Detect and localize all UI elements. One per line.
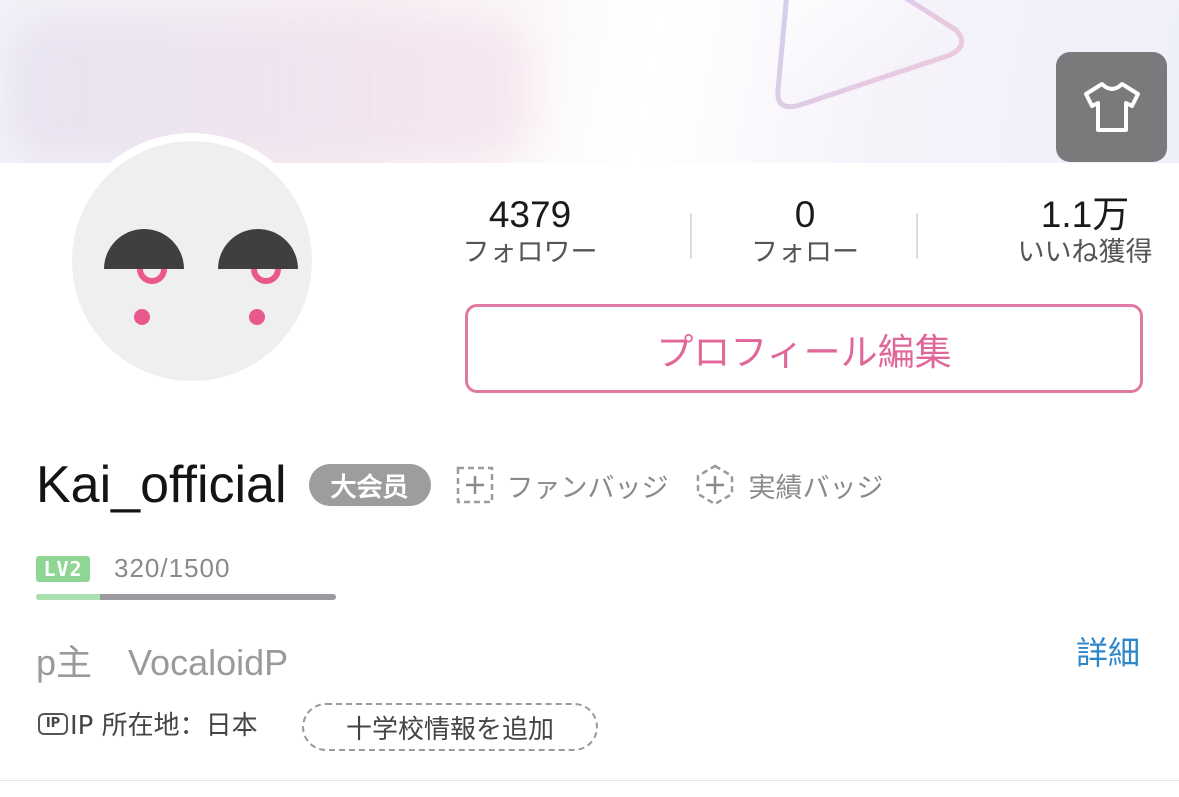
vip-badge[interactable]: 大会员 [308, 464, 431, 506]
fan-badge-label: ファンバッジ [506, 472, 669, 504]
ip-location: IP IP 所在地：日本 [38, 705, 258, 742]
outfit-button[interactable] [1056, 52, 1167, 162]
ip-icon: IP [38, 712, 68, 735]
followers-label: フォロワー [462, 237, 598, 268]
followers-stat[interactable]: 4379 フォロワー [440, 195, 620, 271]
likes-count: 1.1万 [1040, 194, 1130, 235]
detail-link[interactable]: 詳細 [1076, 628, 1140, 674]
section-divider [0, 780, 1179, 781]
tshirt-icon [1083, 82, 1140, 132]
following-stat[interactable]: 0 フォロー [720, 195, 890, 271]
stat-divider [690, 213, 692, 259]
exp-progress-fill [36, 594, 100, 600]
banner-decoration [10, 20, 530, 160]
achievement-badge-label: 実績バッジ [748, 472, 884, 504]
likes-stat[interactable]: 1.1万 いいね獲得 [1000, 195, 1170, 271]
exp-progress-bar [36, 594, 336, 600]
username: Kai_official [36, 456, 287, 514]
followers-count: 4379 [488, 194, 572, 235]
bio-text: p主 VocaloidP [36, 642, 289, 683]
avatar-image [72, 141, 312, 381]
name-row: Kai_official 大会员 ファンバッジ 実績バッジ [36, 452, 884, 518]
profile-stats: 4379 フォロワー 0 フォロー 1.1万 いいね獲得 [430, 195, 1179, 275]
likes-label: いいね獲得 [1017, 237, 1153, 268]
edit-profile-button[interactable]: プロフィール編集 [465, 304, 1143, 393]
add-school-button[interactable]: 十学校情報を追加 [302, 703, 598, 751]
achievement-badge-button[interactable]: 実績バッジ [693, 463, 884, 507]
avatar[interactable] [64, 133, 320, 389]
fan-badge-icon [456, 466, 493, 504]
following-label: フォロー [751, 237, 859, 268]
ip-location-label: IP 所在地：日本 [70, 711, 258, 741]
stat-divider [916, 213, 918, 259]
following-count: 0 [794, 194, 816, 235]
exp-text: 320/1500 [114, 553, 231, 583]
level-icon: LV2 [36, 555, 90, 582]
avatar-face-icon [104, 229, 298, 325]
achievement-badge-icon [696, 464, 733, 506]
level-row[interactable]: LV2 320/1500 [36, 553, 230, 584]
banner-triangle-decoration [775, 0, 965, 110]
fan-badge-button[interactable]: ファンバッジ [455, 465, 669, 505]
